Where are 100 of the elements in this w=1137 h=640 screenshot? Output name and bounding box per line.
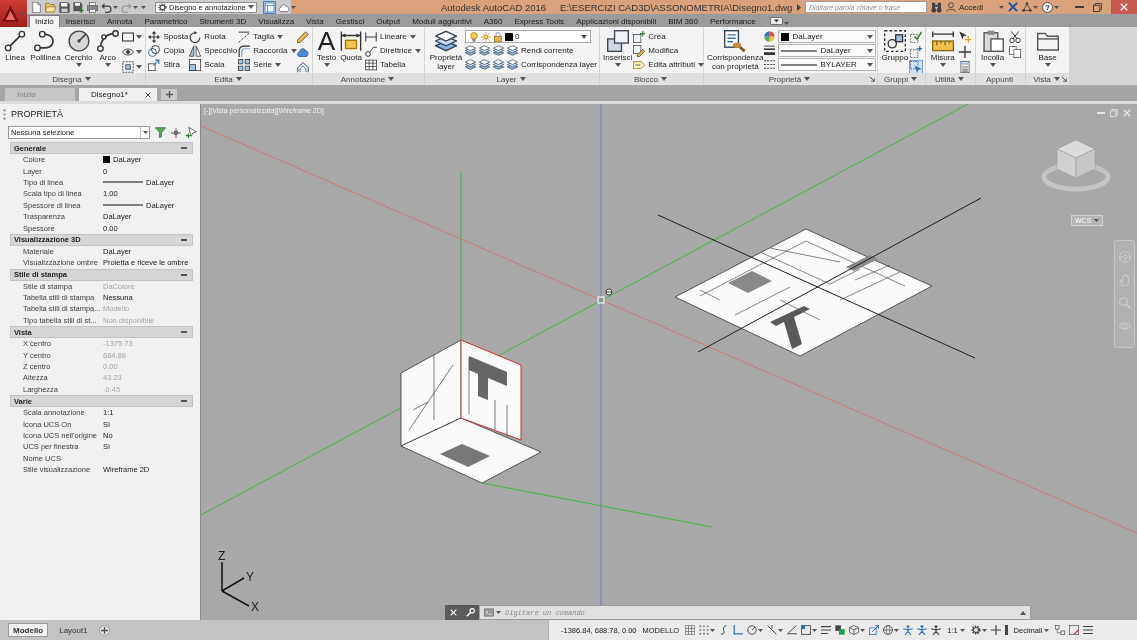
squares-plus-icon[interactable] (910, 46, 923, 58)
caret-icon[interactable] (496, 611, 501, 614)
ribbon-large-button[interactable]: Misura (929, 29, 956, 67)
ribbon-button[interactable]: Serie (238, 58, 297, 71)
panel-title-button[interactable]: Disegna (52, 74, 91, 84)
ribbon-large-button[interactable]: Quota (339, 29, 364, 62)
caret-icon[interactable] (710, 628, 716, 632)
restore-icon[interactable] (1093, 2, 1102, 12)
ribbon-large-button[interactable]: A Testo (315, 29, 338, 67)
nodes-icon[interactable] (1055, 625, 1066, 635)
caret-icon[interactable] (778, 628, 784, 632)
ribbon-large-button[interactable]: Arco (95, 29, 120, 67)
pointer-plus-icon[interactable] (186, 127, 197, 138)
lines-icon[interactable] (821, 625, 832, 635)
fullscreen-icon[interactable] (1069, 625, 1080, 635)
caret-icon[interactable] (135, 50, 142, 54)
ribbon-tab[interactable]: Visualizza (252, 15, 301, 27)
gear-icon[interactable] (970, 625, 981, 635)
figure-icon[interactable] (903, 625, 914, 635)
layer-sheets-icon[interactable] (464, 45, 476, 56)
layout-tab[interactable]: Layout1 (54, 623, 93, 637)
caret-icon[interactable] (113, 5, 118, 9)
funnel-icon[interactable] (155, 127, 166, 138)
lineweight-bars-icon[interactable] (764, 45, 776, 56)
panel-title-button[interactable]: Layer (496, 74, 526, 84)
ribbon-tab[interactable]: Vista (300, 15, 330, 27)
layer-dropdown[interactable]: 0 (464, 30, 591, 43)
slash-lines-icon[interactable] (767, 625, 778, 635)
caret-icon[interactable] (783, 22, 789, 25)
ribbon-large-button[interactable]: Linea (3, 29, 28, 62)
caret-icon[interactable] (860, 628, 866, 632)
caret-icon[interactable] (290, 5, 296, 9)
layer-sheets-icon[interactable] (464, 59, 476, 70)
prompt-icon[interactable] (484, 608, 494, 617)
panel-title-button[interactable]: Proprietà (768, 74, 811, 84)
panel-title-button[interactable]: Annotazione (340, 74, 395, 84)
ribbon-button[interactable]: Raccorda (238, 44, 297, 57)
binoculars-icon[interactable] (931, 1, 942, 13)
plus-sign-icon[interactable] (990, 625, 1001, 635)
dashed-square-icon[interactable] (121, 61, 134, 73)
ribbon-tab[interactable]: Strumenti 3D (193, 15, 253, 27)
ribbon-tab[interactable]: Gestisci (329, 15, 371, 27)
pencil-icon[interactable] (297, 31, 310, 43)
ribbon-button[interactable]: Sposta (148, 30, 189, 43)
plus-sign-icon[interactable] (959, 46, 972, 58)
page-icon[interactable] (31, 1, 42, 13)
property-dropdown[interactable]: DaLayer (778, 30, 877, 43)
caret-icon[interactable] (135, 65, 142, 69)
ribbon-large-button[interactable]: Incolla (979, 29, 1006, 67)
application-menu-button[interactable] (0, 0, 27, 27)
ribbon-large-button[interactable]: Cerchio (63, 29, 94, 67)
window-grid-icon[interactable] (263, 1, 275, 13)
new-tab-button[interactable] (161, 89, 177, 100)
launcher-arrow-icon[interactable] (869, 76, 875, 82)
undo-arrow-icon[interactable] (101, 1, 112, 13)
ribbon-button[interactable]: Specchio (189, 44, 238, 57)
ribbon-large-button[interactable]: Polilinea (29, 29, 62, 62)
caret-icon[interactable] (135, 35, 142, 39)
ribbon-button[interactable]: Edita attributi (633, 58, 705, 71)
cloud-outline-icon[interactable] (277, 1, 290, 13)
ribbon-large-button[interactable]: Proprietà layer (427, 29, 465, 71)
calculator-icon[interactable] (959, 61, 972, 73)
ribbon-button[interactable]: Rendi corrente (506, 44, 574, 57)
panel-title-button[interactable]: Appunti (985, 74, 1014, 84)
printer-icon[interactable] (87, 1, 98, 13)
bar-icon[interactable] (1004, 625, 1008, 635)
floppy-plus-icon[interactable] (73, 1, 84, 13)
panel-title-button[interactable]: Utilità (935, 74, 964, 84)
file-tab[interactable]: Disegno1* (79, 88, 157, 101)
close-window-button[interactable] (1111, 0, 1137, 14)
ribbon-tab[interactable]: BIM 360 (662, 15, 704, 27)
rectangle-icon[interactable] (121, 31, 134, 43)
ribbon-button[interactable]: Modifica (633, 44, 705, 57)
snap-dots-icon[interactable] (699, 625, 710, 635)
squares-icon[interactable] (835, 625, 846, 635)
grid-icon[interactable] (685, 625, 696, 635)
caret-icon[interactable] (999, 5, 1004, 9)
box-arrow-icon[interactable] (869, 625, 880, 635)
cross-logo-icon[interactable] (1008, 2, 1018, 12)
figure-icon[interactable] (931, 625, 942, 635)
property-dropdown[interactable]: DaLayer (778, 44, 877, 57)
floppy-icon[interactable] (59, 1, 70, 13)
close-icon[interactable] (145, 91, 151, 98)
ribbon-tab[interactable]: Output (370, 15, 407, 27)
cursor-star-icon[interactable] (959, 31, 972, 43)
caret-icon[interactable] (981, 628, 987, 632)
sign-in-button[interactable]: Accedi (946, 2, 983, 12)
square-snap-icon[interactable] (801, 625, 812, 635)
caret-icon[interactable] (1033, 5, 1038, 9)
layer-sheets-icon[interactable] (492, 45, 504, 56)
caret-icon[interactable] (758, 628, 764, 632)
ribbon-button[interactable]: Scala (189, 58, 238, 71)
ribbon-button[interactable]: Corrispondenza layer (506, 58, 597, 71)
color-wheel-icon[interactable] (764, 31, 776, 42)
wrench-icon[interactable] (465, 608, 475, 617)
ribbon-button[interactable]: Direttrice (365, 44, 421, 57)
panel-title-button[interactable]: Edita (214, 74, 242, 84)
ribbon-button[interactable]: Taglia (238, 30, 297, 43)
ribbon-large-button[interactable]: Base (1035, 29, 1060, 67)
ribbon-tab[interactable]: Moduli aggiuntivi (406, 15, 478, 27)
